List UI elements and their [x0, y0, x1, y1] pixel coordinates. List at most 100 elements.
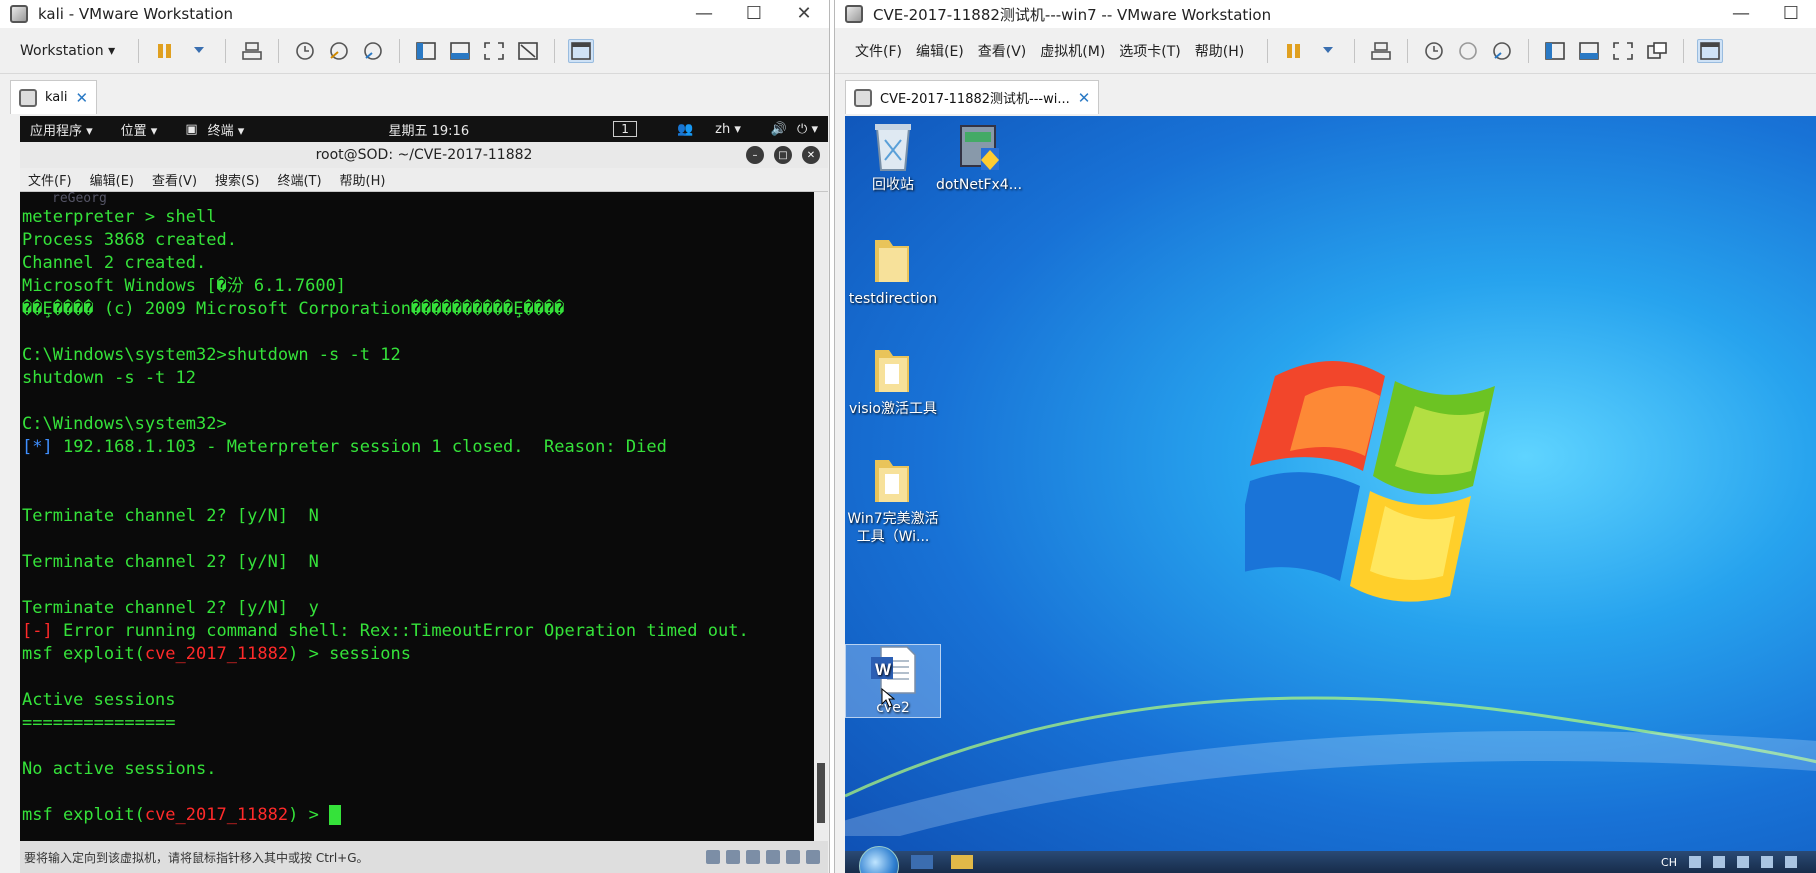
toolbar-separator — [554, 38, 556, 63]
input-language-indicator[interactable]: CH — [1661, 856, 1677, 869]
send-ctrl-alt-del-icon[interactable] — [1368, 39, 1394, 63]
menu-tabs[interactable]: 选项卡(T) — [1119, 41, 1180, 61]
terminal-close-icon[interactable]: ✕ — [802, 146, 820, 164]
sidebar-toggle-icon[interactable] — [413, 39, 439, 63]
close-tab-icon[interactable]: ✕ — [76, 89, 89, 107]
desktop-icon-win7-activator[interactable]: Win7完美激活工具（Wi... — [845, 454, 941, 546]
terminal-minimize-icon[interactable]: – — [746, 146, 764, 164]
power-icon[interactable]: ⏻ ▾ — [797, 122, 818, 137]
display-icon[interactable] — [806, 850, 820, 864]
thumbnail-bar-icon[interactable] — [447, 39, 473, 63]
thumbnail-bar-icon[interactable] — [1576, 39, 1602, 63]
scrollbar-thumb[interactable] — [817, 763, 825, 823]
chevron-down-icon[interactable] — [186, 39, 212, 63]
terminal-line: Process 3868 created. — [22, 230, 237, 250]
vmware-app-icon — [845, 5, 863, 23]
revert-snapshot-icon[interactable] — [326, 39, 352, 63]
vm-tab-icon — [854, 88, 872, 107]
menu-search[interactable]: 搜索(S) — [215, 170, 259, 189]
flag-icon[interactable] — [1737, 856, 1749, 868]
volume-icon[interactable] — [1785, 856, 1797, 868]
menu-vm[interactable]: 虚拟机(M) — [1040, 41, 1105, 61]
close-button[interactable]: ✕ — [779, 0, 829, 28]
menu-terminal[interactable]: 终端(T) — [277, 170, 321, 189]
menu-file[interactable]: 文件(F) — [855, 41, 902, 61]
workspace-indicator[interactable]: 1 — [613, 121, 637, 137]
desktop-icon-recycle-bin[interactable]: 回收站 — [845, 120, 941, 194]
terminal-app-menu[interactable]: 终端 ▾ — [208, 120, 245, 139]
menu-view[interactable]: 查看(V) — [978, 41, 1027, 61]
cd-drive-icon[interactable] — [726, 850, 740, 864]
kali-guest-screen[interactable]: 应用程序 ▾ 位置 ▾ ▣ 终端 ▾ 星期五 19:16 1 👥 zh ▾ 🔊 … — [20, 116, 828, 873]
explorer-taskbar-icon[interactable] — [951, 855, 973, 869]
vm-tab-bar: kali ✕ — [0, 74, 829, 114]
console-view-icon[interactable] — [568, 38, 595, 63]
network-adapter-icon[interactable] — [746, 850, 760, 864]
windows-taskbar: CH — [845, 846, 1816, 873]
desktop-icon-visio[interactable]: visio激活工具 — [845, 344, 941, 418]
ie-taskbar-icon[interactable] — [911, 855, 933, 869]
minimize-button[interactable]: — — [1716, 0, 1766, 28]
unity-icon[interactable] — [515, 39, 541, 63]
terminal-line: reGeorg — [52, 192, 107, 206]
vmware-window-kali: kali - VMware Workstation — ☐ ✕ Workstat… — [0, 0, 830, 873]
desktop-icon-testdirection[interactable]: testdirection — [845, 234, 941, 308]
send-ctrl-alt-del-icon[interactable] — [239, 39, 265, 63]
menu-edit[interactable]: 编辑(E) — [90, 170, 134, 189]
sound-card-icon[interactable] — [786, 850, 800, 864]
pause-icon[interactable] — [1281, 39, 1307, 63]
help-icon[interactable] — [1713, 856, 1725, 868]
full-screen-icon[interactable] — [1610, 39, 1636, 63]
menu-help[interactable]: 帮助(H) — [340, 170, 386, 189]
usb-icon[interactable] — [766, 850, 780, 864]
snapshot-manager-icon[interactable] — [1489, 39, 1515, 63]
toolbar-separator — [1528, 38, 1530, 63]
menu-file[interactable]: 文件(F) — [28, 170, 72, 189]
keyboard-icon[interactable] — [1689, 856, 1701, 868]
vmware-status-bar: 要将输入定向到该虚拟机，请将鼠标指针移入其中或按 Ctrl+G。 — [20, 841, 828, 873]
unity-icon[interactable] — [1644, 39, 1670, 63]
prompt-module: cve_2017_11882 — [144, 805, 289, 825]
terminal-maximize-icon[interactable]: □ — [774, 146, 792, 164]
mouse-cursor-icon — [881, 688, 895, 708]
menu-view[interactable]: 查看(V) — [152, 170, 197, 189]
minimize-button[interactable]: — — [679, 0, 729, 28]
pause-icon[interactable] — [152, 39, 178, 63]
desktop-icon-label: testdirection — [848, 291, 938, 307]
network-icon[interactable] — [1761, 856, 1773, 868]
start-button-icon[interactable] — [859, 846, 899, 873]
info-prefix: [*] — [22, 437, 53, 457]
snapshot-manager-icon[interactable] — [360, 39, 386, 63]
tab-win7[interactable]: CVE-2017-11882测试机---wi... ✕ — [845, 80, 1100, 114]
terminal-output[interactable]: reGeorg meterpreter > shell Process 3868… — [20, 192, 828, 841]
terminal-scrollbar[interactable] — [814, 192, 828, 841]
snapshot-icon[interactable] — [1421, 39, 1447, 63]
terminal-line: Microsoft Windows [�汾 6.1.7600] — [22, 276, 347, 296]
close-tab-icon[interactable]: ✕ — [1078, 89, 1091, 107]
maximize-button[interactable]: ☐ — [1766, 0, 1816, 28]
revert-snapshot-icon[interactable] — [1455, 39, 1481, 63]
clock[interactable]: 星期五 19:16 — [389, 120, 470, 139]
snapshot-icon[interactable] — [292, 39, 318, 63]
input-language-menu[interactable]: zh ▾ — [715, 122, 741, 137]
workstation-menu[interactable]: Workstation ▾ — [20, 43, 115, 59]
volume-icon[interactable]: 🔊 — [771, 122, 787, 137]
desktop-icon-dotnetfx[interactable]: dotNetFx4... — [931, 120, 1027, 194]
win7-guest-screen[interactable]: 回收站 dotNetFx4... testdirection visio激活工具… — [845, 116, 1816, 873]
full-screen-icon[interactable] — [481, 39, 507, 63]
places-menu[interactable]: 位置 ▾ — [121, 120, 158, 139]
applications-menu[interactable]: 应用程序 ▾ — [30, 120, 93, 139]
hard-disk-icon[interactable] — [706, 850, 720, 864]
chevron-down-icon[interactable] — [1315, 39, 1341, 63]
system-tray: CH — [1661, 856, 1816, 869]
tab-kali[interactable]: kali ✕ — [10, 80, 98, 114]
sidebar-toggle-icon[interactable] — [1542, 39, 1568, 63]
maximize-button[interactable]: ☐ — [729, 0, 779, 28]
terminal-line: ��Ȩ���� (c) 2009 Microsoft Corporation��… — [22, 299, 565, 319]
terminal-line: =============== — [22, 713, 176, 733]
menu-edit[interactable]: 编辑(E) — [916, 41, 964, 61]
menu-help[interactable]: 帮助(H) — [1195, 41, 1244, 61]
toolbar-separator — [278, 38, 280, 63]
console-view-icon[interactable] — [1697, 38, 1724, 63]
